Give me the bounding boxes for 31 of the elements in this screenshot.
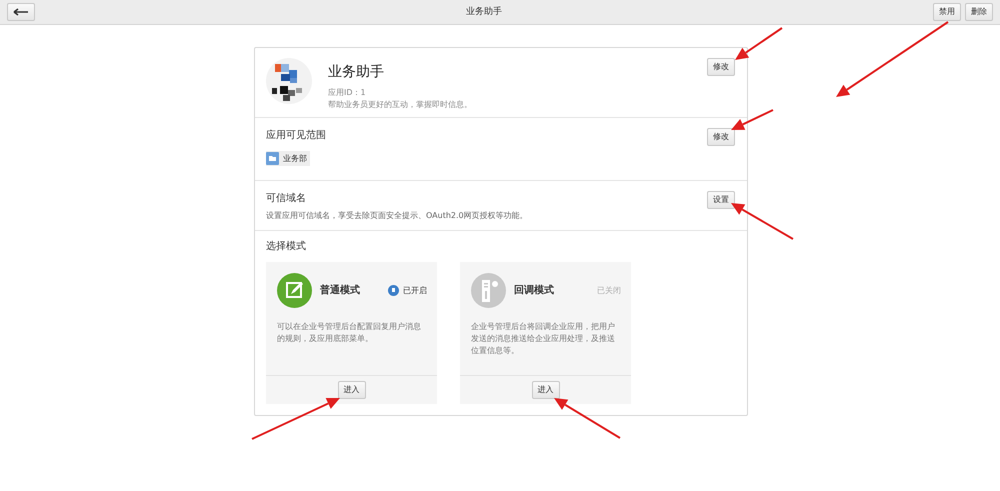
- annotation-arrow: [731, 203, 794, 240]
- enter-button[interactable]: 进入: [338, 381, 366, 399]
- app-id: 应用ID：1: [328, 87, 367, 99]
- server-gear-icon: [471, 273, 506, 308]
- annotation-arrow: [554, 398, 621, 439]
- lightbulb-icon: [388, 285, 399, 296]
- settings-button[interactable]: 设置: [707, 191, 735, 209]
- edit-button[interactable]: 修改: [707, 128, 735, 146]
- page-title: 业务助手: [466, 7, 502, 18]
- mode-description: 企业号管理后台将回调企业应用，把用户发送的消息推送给企业应用处理，及推送位置信息等。: [470, 321, 616, 357]
- mode-name: 普通模式: [320, 283, 360, 298]
- annotation-arrow: [735, 27, 783, 60]
- app-name: 业务助手: [328, 63, 385, 82]
- back-arrow-icon: [13, 8, 29, 16]
- folder-icon: [266, 152, 279, 165]
- mode-status: 已开启: [403, 284, 427, 296]
- mode-name: 回调模式: [514, 284, 554, 298]
- back-button[interactable]: [7, 3, 35, 21]
- mode-description: 可以在企业号管理后台配置回复用户消息的规则，及应用底部菜单。: [276, 321, 422, 345]
- edit-button[interactable]: 修改: [707, 58, 735, 76]
- toolbar-button[interactable]: 删除: [965, 3, 993, 21]
- domain-description: 设置应用可信域名，享受去除页面安全提示、OAuth2.0网页授权等功能。: [266, 210, 528, 222]
- enter-button[interactable]: 进入: [532, 381, 560, 399]
- mode-status: 已关闭: [597, 284, 621, 296]
- toolbar-button[interactable]: 禁用: [933, 3, 961, 21]
- section-title: 应用可见范围: [266, 128, 326, 143]
- section-title: 可信域名: [266, 192, 307, 206]
- annotation-arrow: [731, 109, 774, 130]
- app-description: 帮助业务员更好的互动，掌握即时信息。: [328, 99, 472, 111]
- section-title: 选择模式: [266, 240, 307, 254]
- edit-icon: [277, 273, 312, 308]
